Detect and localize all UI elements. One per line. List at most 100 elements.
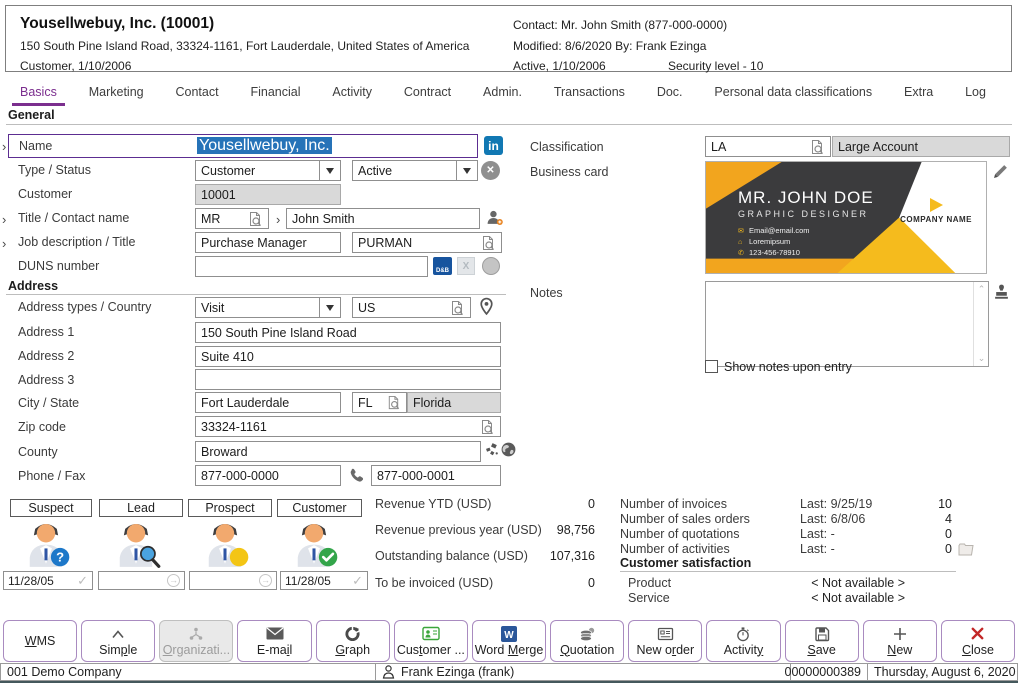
scroll-up-icon[interactable]: ⌃ [974, 284, 989, 295]
header-security-level: Security level - 10 [668, 59, 764, 73]
city-state-label: City / State [18, 396, 80, 410]
lead-date-field[interactable]: → [98, 571, 185, 590]
quotations-count: 0 [945, 527, 952, 541]
to-be-invoiced-label: To be invoiced (USD) [375, 576, 494, 590]
graph-button[interactable]: Graph [315, 620, 390, 662]
map-pin-icon[interactable] [478, 297, 495, 321]
lookup-icon[interactable] [386, 395, 401, 410]
phone-input[interactable]: 877-000-0000 [195, 465, 341, 486]
county-input[interactable]: Broward [195, 441, 481, 462]
edit-pencil-icon[interactable] [992, 163, 1009, 185]
address1-input[interactable]: 150 South Pine Island Road [195, 322, 501, 343]
save-button[interactable]: Save [784, 620, 859, 662]
tab-admin[interactable]: Admin. [475, 84, 530, 106]
stage-button-lead[interactable]: Lead [99, 499, 183, 517]
chevron-down-icon[interactable] [456, 161, 477, 180]
organization-button-label: Organizati... [162, 642, 231, 657]
wms-button[interactable]: WMS [3, 620, 78, 662]
email-icon [266, 626, 284, 642]
tab-financial[interactable]: Financial [242, 84, 308, 106]
notes-scrollbar[interactable]: ⌃ ⌄ [973, 282, 988, 366]
status-dropdown[interactable]: Active [352, 160, 478, 181]
business-card-image[interactable]: MR. JOHN DOE GRAPHIC DESIGNER ✉ Email@ema… [705, 161, 987, 274]
home-icon: ⌂ [738, 239, 743, 246]
tab-contract[interactable]: Contract [396, 84, 459, 106]
linkedin-icon[interactable]: in [484, 136, 503, 155]
show-notes-checkbox[interactable] [705, 360, 718, 373]
lookup-icon[interactable] [247, 211, 263, 227]
phone-icon[interactable] [347, 467, 364, 488]
classification-code-value: LA [711, 139, 727, 154]
suspect-date-field[interactable]: 11/28/05 ✓ [3, 571, 93, 590]
lookup-icon[interactable] [449, 300, 465, 316]
job-description-input[interactable]: Purchase Manager [195, 232, 341, 253]
revenue-ytd-value: 0 [588, 497, 595, 511]
simple-button[interactable]: Simple [81, 620, 156, 662]
tab-marketing[interactable]: Marketing [81, 84, 152, 106]
tab-contact[interactable]: Contact [168, 84, 227, 106]
state-lookup-field[interactable]: FL [352, 392, 407, 413]
stage-button-suspect[interactable]: Suspect [10, 499, 92, 517]
customer-card-button[interactable]: Customer ... [393, 620, 468, 662]
stamp-icon[interactable] [993, 283, 1010, 305]
globe-icon[interactable] [500, 441, 517, 463]
new-order-button[interactable]: New order [628, 620, 703, 662]
header-modified: Modified: 8/6/2020 By: Frank Ezinga [513, 39, 707, 53]
arrow-right-circle-icon[interactable]: → [167, 574, 180, 587]
new-button[interactable]: New [862, 620, 937, 662]
contact-name-input[interactable]: John Smith [286, 208, 480, 229]
duns-input[interactable] [195, 256, 428, 277]
tab-extra[interactable]: Extra [896, 84, 941, 106]
save-button-label: Save [807, 642, 836, 657]
tab-doc[interactable]: Doc. [649, 84, 691, 106]
duns-status-circle-icon [482, 257, 500, 275]
scroll-down-icon[interactable]: ⌄ [974, 353, 989, 364]
statusbar-company-text: 001 Demo Company [7, 665, 122, 679]
tab-basics[interactable]: Basics [12, 84, 65, 106]
tab-personal-data-classifications[interactable]: Personal data classifications [706, 84, 880, 106]
notes-textarea[interactable]: ⌃ ⌄ [705, 281, 989, 367]
lookup-icon[interactable] [480, 235, 496, 251]
stage-button-prospect[interactable]: Prospect [188, 499, 272, 517]
duns-label: DUNS number [18, 259, 100, 273]
title-lookup-field[interactable]: MR [195, 208, 269, 229]
address-type-dropdown[interactable]: Visit [195, 297, 341, 318]
tab-activity[interactable]: Activity [324, 84, 380, 106]
activity-button[interactable]: Activity [706, 620, 781, 662]
email-button[interactable]: E-mail [237, 620, 312, 662]
classification-lookup-field[interactable]: LA [705, 136, 831, 157]
stage-lead-label: Lead [127, 501, 155, 515]
folder-icon[interactable] [958, 542, 974, 561]
country-lookup-field[interactable]: US [352, 297, 471, 318]
stage-prospect-label: Prospect [205, 501, 255, 515]
customer-date-field[interactable]: 11/28/05 ✓ [280, 571, 368, 590]
lookup-icon[interactable] [479, 419, 495, 435]
chevron-down-icon[interactable] [319, 298, 340, 317]
fax-input[interactable]: 877-000-0001 [371, 465, 501, 486]
prospect-date-field[interactable]: → [189, 571, 277, 590]
close-button[interactable]: Close [940, 620, 1016, 662]
tab-log[interactable]: Log [957, 84, 994, 106]
stage-button-customer[interactable]: Customer [277, 499, 362, 517]
lookup-icon[interactable] [809, 139, 825, 155]
tab-transactions[interactable]: Transactions [546, 84, 633, 106]
dnb-icon[interactable]: D&B [433, 257, 452, 275]
row-marker-contact: › [276, 212, 281, 227]
satellite-view-icon[interactable] [485, 443, 500, 463]
quotation-button[interactable]: Quotation [550, 620, 625, 662]
type-dropdown[interactable]: Customer [195, 160, 341, 181]
zip-label: Zip code [18, 420, 66, 434]
arrow-right-circle-icon[interactable]: → [259, 574, 272, 587]
add-contact-icon[interactable] [486, 209, 503, 231]
customer-date-value: 11/28/05 [285, 573, 331, 588]
word-merge-button[interactable]: W Word Merge [471, 620, 547, 662]
crm-customer-window: Yousellwebuy, Inc. (10001) 150 South Pin… [0, 0, 1018, 683]
name-input[interactable]: Yousellwebuy, Inc. [197, 137, 332, 155]
chevron-down-icon[interactable] [319, 161, 340, 180]
clear-status-icon[interactable]: ✕ [481, 161, 500, 180]
zip-lookup-field[interactable]: 33324-1161 [195, 416, 501, 437]
address3-input[interactable] [195, 369, 501, 390]
city-input[interactable]: Fort Lauderdale [195, 392, 341, 413]
address2-input[interactable]: Suite 410 [195, 346, 501, 367]
job-code-lookup-field[interactable]: PURMAN [352, 232, 502, 253]
